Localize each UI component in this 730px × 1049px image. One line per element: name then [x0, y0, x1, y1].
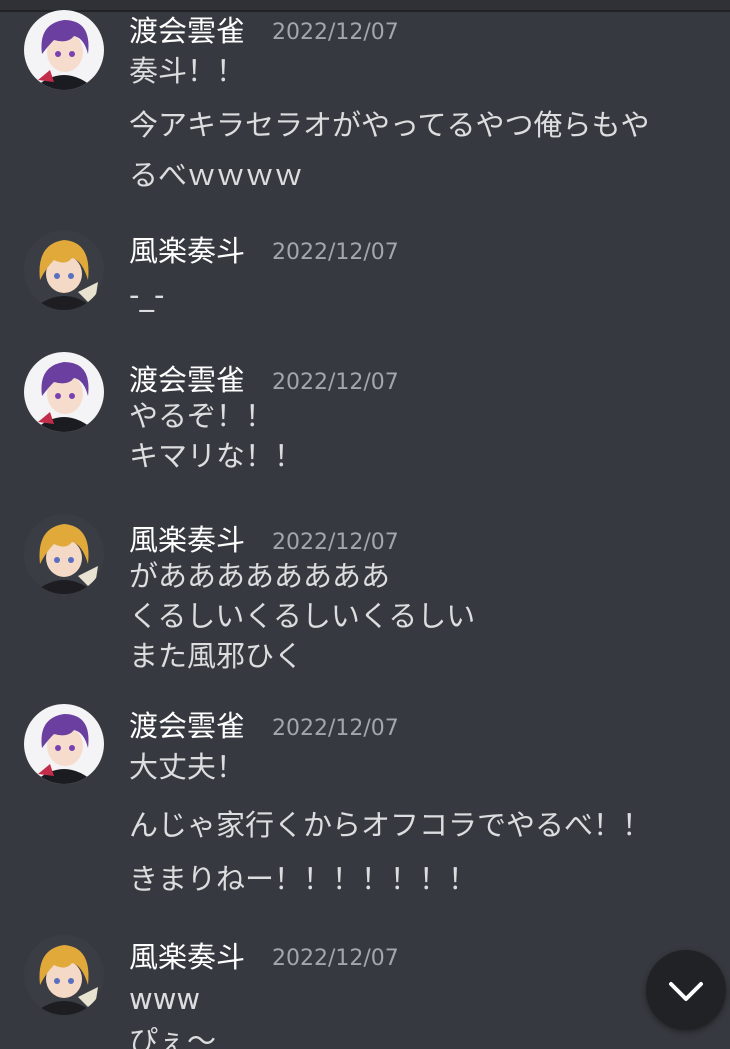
avatar-blonde-hair[interactable] [24, 514, 104, 594]
message-text: んじゃ家行くからオフコラでやるべ！！ [129, 808, 652, 842]
timestamp: 2022/12/07 [272, 370, 399, 395]
message-text: 大丈夫！ [129, 750, 246, 784]
avatar-blonde-hair[interactable] [24, 935, 104, 1015]
timestamp: 2022/12/07 [272, 716, 399, 741]
message-text: 今アキラセラオがやってるやつ俺らもや [129, 108, 650, 142]
chevron-down-icon [669, 982, 703, 1001]
message-text: www [129, 982, 201, 1016]
username[interactable]: 風楽奏斗 [129, 521, 245, 559]
message-text: るべｗｗｗｗ [129, 158, 304, 192]
message-text: 奏斗！！ [129, 54, 246, 88]
message-text: やるぞ！！ [129, 399, 275, 433]
message-text: また風邪ひく [129, 639, 304, 673]
message-text: -_- [129, 278, 165, 312]
message-text: キマリな！！ [129, 439, 304, 473]
message-text: くるしいくるしいくるしい [129, 599, 476, 633]
username[interactable]: 風楽奏斗 [129, 938, 245, 976]
username[interactable]: 風楽奏斗 [129, 232, 245, 270]
username[interactable]: 渡会雲雀 [129, 361, 245, 399]
avatar-purple-hair[interactable] [24, 704, 104, 784]
avatar-blonde-hair[interactable] [24, 230, 104, 310]
timestamp: 2022/12/07 [272, 240, 399, 265]
timestamp: 2022/12/07 [272, 946, 399, 971]
avatar-purple-hair[interactable] [24, 10, 104, 90]
message-text: ぴぇ〜 [129, 1024, 217, 1049]
top-bar [0, 0, 730, 12]
avatar-purple-hair[interactable] [24, 352, 104, 432]
timestamp: 2022/12/07 [272, 20, 399, 45]
username[interactable]: 渡会雲雀 [129, 707, 245, 745]
message-text: がああああああああ [129, 559, 391, 593]
username[interactable]: 渡会雲雀 [129, 12, 245, 50]
message-text: きまりねー！！！！！！！ [129, 862, 478, 896]
jump-to-latest-button[interactable] [646, 950, 726, 1030]
